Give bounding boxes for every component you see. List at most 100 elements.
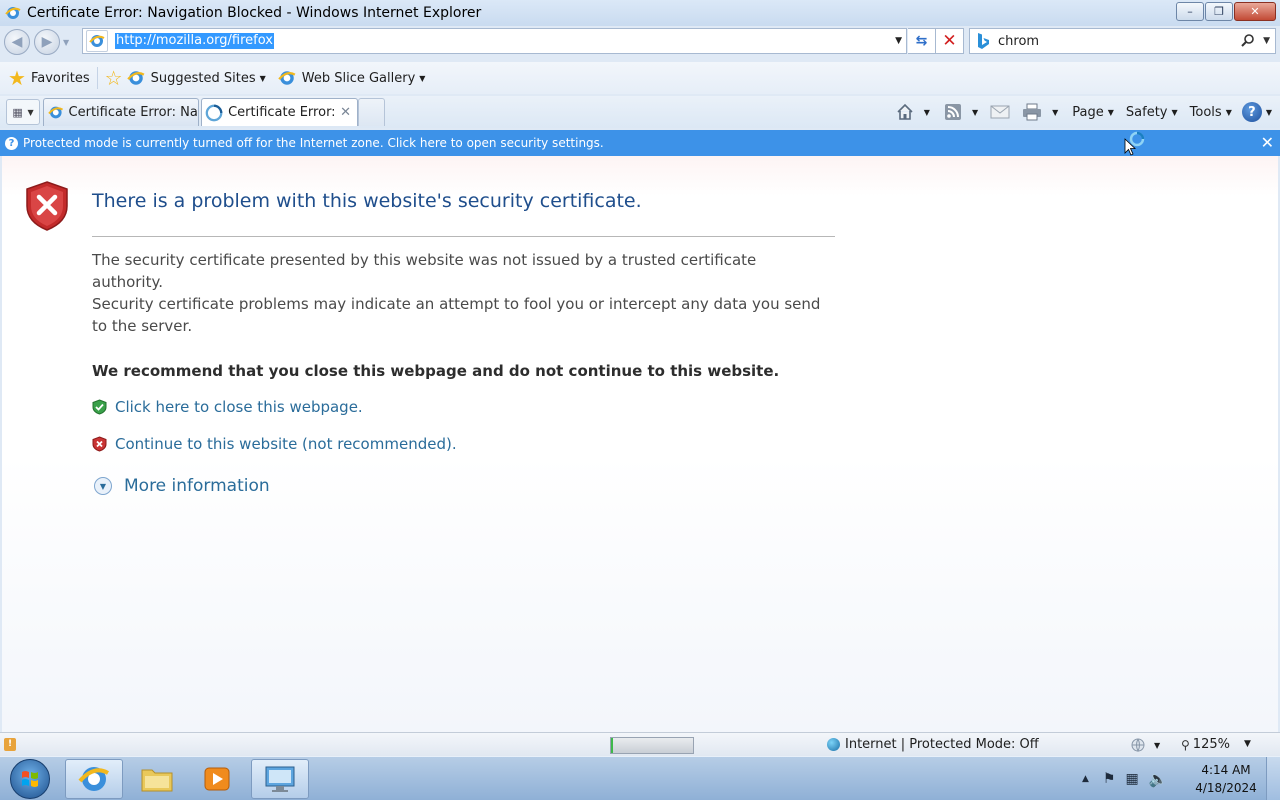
search-options-dropdown-icon[interactable]: ▼ (1263, 36, 1270, 46)
navigation-bar: ◀ ▶ ▼ http://mozilla.org/firefox ▼ ⇆ ✕ c… (0, 26, 1280, 58)
tab-list-dropdown-icon[interactable]: ▼ (27, 108, 33, 117)
tools-menu-dropdown-icon: ▼ (1225, 107, 1232, 117)
read-mail-button[interactable] (990, 104, 1010, 120)
tab-certificate-error-1[interactable]: Certificate Error: Na... (43, 98, 199, 126)
tab-ie-icon (48, 106, 64, 119)
help-dropdown-icon: ▼ (1265, 107, 1272, 117)
zoom-level-button[interactable]: ⚲ 125% (1181, 737, 1230, 752)
quick-tabs-button[interactable]: ▦ ▼ (6, 99, 40, 125)
more-information-toggle[interactable]: ▼ More information (94, 476, 270, 496)
untrusted-authority-text: The security certificate presented by th… (92, 251, 757, 291)
taskbar-windows-explorer[interactable] (128, 759, 186, 799)
system-tray: ▲ ⚑ ▦ 🔈 (1082, 757, 1167, 800)
print-button[interactable]: ▼ (1022, 103, 1058, 121)
action-center-flag-icon[interactable]: ⚑ (1103, 771, 1116, 787)
divider (96, 67, 98, 89)
home-dropdown-icon[interactable]: ▼ (924, 108, 930, 117)
information-bar[interactable]: ? Protected mode is currently turned off… (0, 130, 1280, 156)
command-bar: ▼ ▼ ▼ Page ▼ Safety ▼ Tools ▼ ? ▼ (888, 99, 1272, 125)
add-to-favorites-bar-button[interactable]: ☆ (105, 64, 123, 92)
busy-cursor-icon (1124, 131, 1145, 156)
status-bar: ! Internet | Protected Mode: Off ▼ ⚲ 125… (0, 732, 1280, 756)
help-menu[interactable]: ? ▼ (1241, 102, 1272, 122)
suggested-sites-dropdown-icon: ▼ (259, 73, 266, 83)
continue-link-label[interactable]: Continue to this website (not recommende… (115, 435, 457, 453)
favorites-button[interactable]: ★ Favorites (8, 64, 90, 92)
show-desktop-button[interactable] (1266, 757, 1280, 800)
search-input[interactable]: chrom (998, 34, 1039, 49)
safety-menu-label: Safety (1125, 104, 1168, 120)
change-status-bar-settings-button[interactable]: ▼ (1130, 737, 1160, 753)
windows-logo-icon (22, 771, 38, 787)
tools-menu[interactable]: Tools ▼ (1190, 105, 1232, 120)
expand-chevron-icon: ▼ (94, 477, 112, 495)
more-information-label[interactable]: More information (124, 476, 270, 496)
security-zone[interactable]: Internet | Protected Mode: Off (827, 737, 1039, 752)
clock-time: 4:14 AM (1201, 763, 1251, 777)
feeds-dropdown-icon[interactable]: ▼ (972, 108, 978, 117)
clock-date: 4/18/2024 (1195, 781, 1257, 795)
feeds-button[interactable]: ▼ (944, 103, 978, 121)
add-favorite-star-icon: ☆ (104, 66, 123, 90)
back-button[interactable]: ◀ (4, 29, 30, 55)
address-bar[interactable]: http://mozilla.org/firefox ▼ (82, 28, 907, 54)
page-menu[interactable]: Page ▼ (1072, 105, 1114, 120)
search-box[interactable]: chrom ▼ (969, 28, 1276, 54)
minimize-button[interactable]: – (1176, 2, 1204, 21)
information-bar-close-button[interactable]: ✕ (1261, 133, 1274, 152)
home-button[interactable]: ▼ (896, 103, 930, 121)
new-tab-button[interactable] (358, 98, 385, 126)
taskbar-clock[interactable]: 4:14 AM 4/18/2024 (1190, 761, 1262, 797)
page-ie-icon (86, 30, 108, 52)
globe-gear-icon (1131, 738, 1145, 753)
media-player-icon (204, 767, 230, 791)
volume-icon[interactable]: 🔈 (1149, 770, 1168, 788)
information-bar-message[interactable]: Protected mode is currently turned off f… (23, 136, 604, 150)
taskbar-media-player[interactable] (188, 759, 246, 799)
search-magnifier-icon[interactable] (1241, 33, 1255, 47)
page-load-progress-bar (610, 737, 694, 754)
mail-icon (990, 105, 1010, 119)
suggested-sites-label: Suggested Sites (150, 70, 256, 86)
taskbar: ▲ ⚑ ▦ 🔈 4:14 AM 4/18/2024 (0, 756, 1280, 800)
progress-fill (611, 738, 613, 753)
internet-globe-icon (827, 738, 840, 751)
taskbar-remote-desktop[interactable] (251, 759, 309, 799)
zoom-level-label: 125% (1192, 737, 1230, 752)
zoom-dropdown-icon[interactable]: ▼ (1244, 739, 1251, 749)
taskbar-internet-explorer[interactable] (65, 759, 123, 799)
close-window-button[interactable]: ✕ (1234, 2, 1276, 21)
safety-menu[interactable]: Safety ▼ (1126, 105, 1178, 120)
favorites-label: Favorites (30, 70, 90, 86)
shield-info-icon: ? (5, 136, 18, 150)
quick-tabs-grid-icon: ▦ (12, 105, 23, 119)
suggested-sites-ie-icon (126, 71, 145, 85)
tab-bar: ▦ ▼ Certificate Error: Na... Certificate… (0, 96, 1280, 128)
continue-to-website-link[interactable]: Continue to this website (not recommende… (92, 435, 457, 453)
restore-button[interactable]: ❐ (1205, 2, 1233, 21)
refresh-button[interactable]: ⇆ (908, 28, 936, 54)
start-button[interactable] (10, 759, 50, 799)
show-hidden-icons-button[interactable]: ▲ (1082, 774, 1089, 784)
tab-close-button[interactable]: ✕ (340, 105, 351, 120)
tools-menu-label: Tools (1189, 104, 1222, 120)
recent-pages-dropdown[interactable]: ▼ (63, 38, 69, 47)
print-dropdown-icon[interactable]: ▼ (1052, 108, 1058, 117)
rss-feed-icon (944, 104, 961, 120)
suggested-sites-button[interactable]: Suggested Sites ▼ (126, 64, 266, 92)
web-slice-gallery-button[interactable]: Web Slice Gallery ▼ (278, 64, 425, 92)
forward-button[interactable]: ▶ (34, 29, 60, 55)
close-webpage-link[interactable]: Click here to close this webpage. (92, 398, 363, 416)
ie-logo-icon (78, 767, 109, 791)
red-shield-x-icon (92, 436, 107, 452)
stop-button[interactable]: ✕ (936, 28, 964, 54)
folder-icon (141, 769, 173, 792)
certificate-problem-text: Security certificate problems may indica… (92, 295, 821, 335)
close-webpage-link-label[interactable]: Click here to close this webpage. (115, 398, 363, 416)
tab-certificate-error-2[interactable]: Certificate Error: ... ✕ (201, 98, 358, 126)
tab-label: Certificate Error: Na... (68, 105, 198, 120)
network-icon[interactable]: ▦ (1125, 771, 1138, 787)
address-input[interactable]: http://mozilla.org/firefox (115, 33, 274, 49)
page-error-warning-icon[interactable]: ! (4, 738, 16, 751)
address-dropdown-icon[interactable]: ▼ (895, 36, 902, 46)
